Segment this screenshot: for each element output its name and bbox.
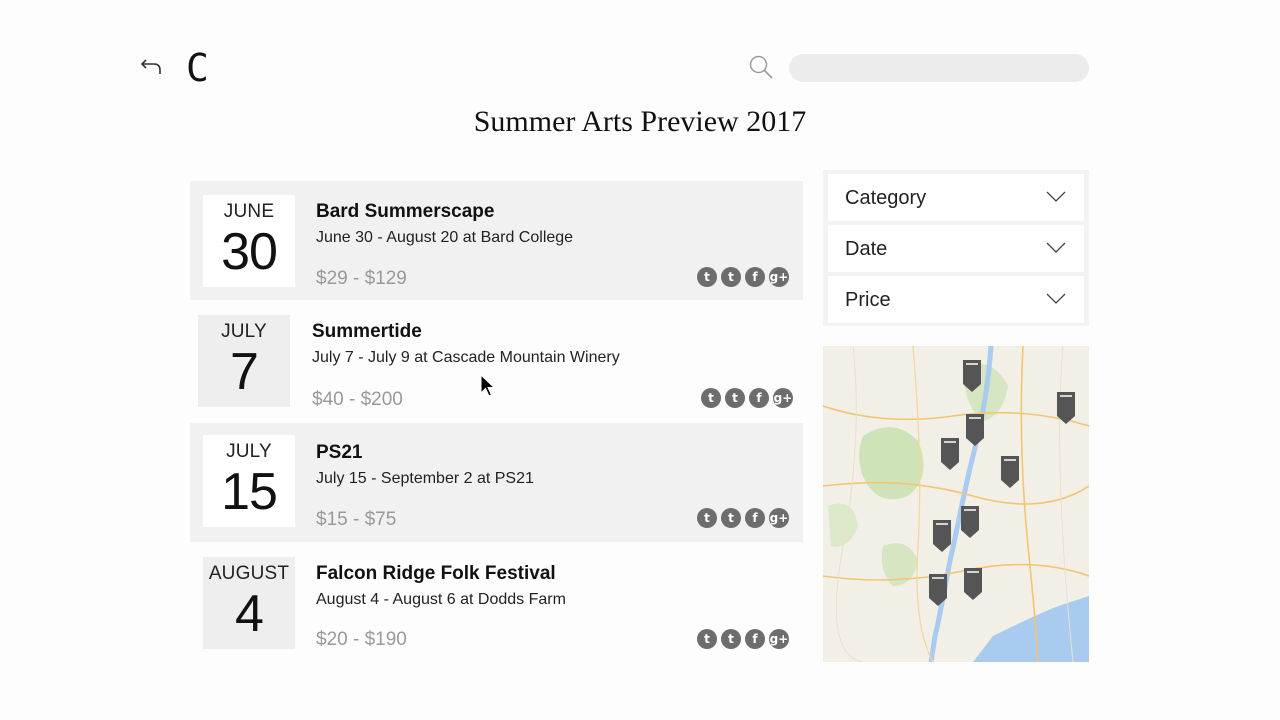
event-day: 4 [235, 585, 264, 643]
share-icons: t t f g+ [697, 508, 789, 528]
event-row[interactable]: AUGUST 4 Falcon Ridge Folk Festival Augu… [190, 544, 803, 663]
date-badge: JUNE 30 [203, 195, 295, 287]
event-details: July 15 - September 2 at PS21 [316, 470, 534, 487]
event-day: 7 [230, 343, 259, 401]
event-day: 15 [221, 463, 278, 521]
event-name[interactable]: PS21 [316, 442, 362, 464]
event-price: $20 - $190 [316, 629, 407, 650]
filter-panel: Category Date Price [823, 170, 1089, 326]
site-logo[interactable]: C [186, 46, 209, 90]
date-badge: AUGUST 4 [203, 557, 295, 649]
share-icons: t t f g+ [697, 267, 789, 287]
back-arrow-icon[interactable] [140, 56, 164, 78]
event-price: $15 - $75 [316, 509, 397, 530]
filter-label: Price [845, 289, 891, 311]
category-filter-dropdown[interactable]: Category [828, 174, 1084, 221]
chevron-down-icon [1046, 191, 1066, 202]
event-day: 30 [221, 223, 278, 281]
share-icons: t t f g+ [701, 388, 793, 408]
event-row[interactable]: JULY 15 PS21 July 15 - September 2 at PS… [190, 423, 803, 542]
event-row[interactable]: JUNE 30 Bard Summerscape June 30 - Augus… [190, 181, 803, 300]
chevron-down-icon [1046, 242, 1066, 253]
tumblr-icon[interactable]: t [721, 629, 741, 649]
search-icon[interactable] [748, 54, 774, 80]
google-plus-icon[interactable]: g+ [769, 267, 789, 287]
search-input[interactable] [789, 54, 1089, 82]
facebook-icon[interactable]: f [745, 267, 765, 287]
page-title: Summer Arts Preview 2017 [473, 105, 807, 138]
event-month: JUNE [223, 201, 275, 222]
event-map[interactable] [823, 346, 1089, 662]
event-month: AUGUST [208, 563, 290, 584]
event-month: JULY [221, 321, 267, 342]
date-badge: JULY 15 [203, 435, 295, 527]
event-details: August 4 - August 6 at Dodds Farm [316, 591, 566, 608]
event-name[interactable]: Summertide [312, 321, 422, 343]
share-icons: t t f g+ [697, 629, 789, 649]
facebook-icon[interactable]: f [745, 629, 765, 649]
google-plus-icon[interactable]: g+ [769, 629, 789, 649]
date-badge: JULY 7 [198, 315, 290, 407]
event-month: JULY [226, 441, 272, 462]
filter-label: Category [845, 187, 927, 209]
twitter-icon[interactable]: t [701, 388, 721, 408]
event-name[interactable]: Bard Summerscape [316, 201, 494, 223]
google-plus-icon[interactable]: g+ [773, 388, 793, 408]
twitter-icon[interactable]: t [697, 629, 717, 649]
event-price: $40 - $200 [312, 389, 403, 410]
tumblr-icon[interactable]: t [725, 388, 745, 408]
date-filter-dropdown[interactable]: Date [828, 225, 1084, 272]
event-details: June 30 - August 20 at Bard College [316, 229, 574, 246]
facebook-icon[interactable]: f [749, 388, 769, 408]
tumblr-icon[interactable]: t [721, 267, 741, 287]
twitter-icon[interactable]: t [697, 267, 717, 287]
google-plus-icon[interactable]: g+ [769, 508, 789, 528]
event-details: July 7 - July 9 at Cascade Mountain Wine… [312, 349, 620, 366]
price-filter-dropdown[interactable]: Price [828, 276, 1084, 323]
twitter-icon[interactable]: t [697, 508, 717, 528]
event-row[interactable]: JULY 7 Summertide July 7 - July 9 at Cas… [190, 302, 803, 421]
event-name[interactable]: Falcon Ridge Folk Festival [316, 563, 556, 585]
facebook-icon[interactable]: f [745, 508, 765, 528]
chevron-down-icon [1046, 293, 1066, 304]
filter-label: Date [845, 238, 888, 260]
tumblr-icon[interactable]: t [721, 508, 741, 528]
event-price: $29 - $129 [316, 268, 407, 289]
